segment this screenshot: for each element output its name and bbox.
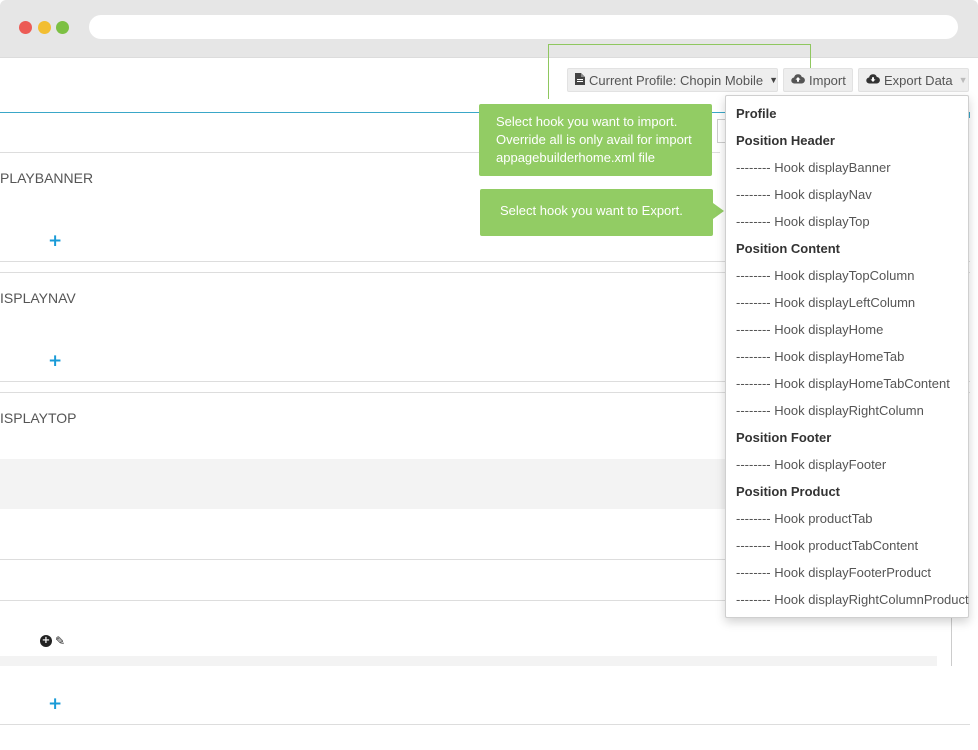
connector-line-right — [810, 44, 811, 68]
dropdown-item-hook[interactable]: -------- Hook displayFooterProduct — [736, 565, 931, 580]
hook-row-label: PLAYBANNER — [0, 170, 94, 186]
current-profile-label: Current Profile: Chopin Mobile — [589, 72, 764, 88]
dropdown-header-position-content[interactable]: Position Content — [736, 241, 840, 256]
dropdown-header-position-product[interactable]: Position Product — [736, 484, 840, 499]
tooltip-arrow — [713, 203, 724, 219]
import-tooltip-line: appagebuilderhome.xml file — [496, 150, 655, 165]
plus-icon[interactable]: + — [48, 353, 62, 370]
widget-controls: + ✎ — [40, 634, 65, 648]
hook-row-label: ISPLAYTOP — [0, 410, 77, 426]
import-tooltip-line: Override all is only avail for import — [496, 132, 692, 147]
panel-right-divider — [951, 618, 952, 666]
cloud-download-icon — [866, 73, 880, 87]
dropdown-header-position-footer[interactable]: Position Footer — [736, 430, 831, 445]
plus-icon[interactable]: + — [48, 696, 62, 713]
address-bar[interactable] — [89, 15, 958, 39]
dropdown-item-hook[interactable]: -------- Hook displayHomeTab — [736, 349, 904, 364]
row-divider — [0, 559, 728, 560]
dropdown-item-hook[interactable]: -------- Hook displayFooter — [736, 457, 886, 472]
maximize-window-dot[interactable] — [56, 21, 69, 34]
export-data-label: Export Data — [884, 72, 953, 88]
dropdown-item-hook[interactable]: -------- Hook displayRightColumn — [736, 403, 924, 418]
current-profile-button[interactable]: Current Profile: Chopin Mobile ▼ — [567, 68, 778, 92]
export-tooltip-text: Select hook you want to Export. — [500, 203, 683, 218]
panel-right-border — [969, 112, 970, 118]
dropdown-item-hook[interactable]: -------- Hook productTab — [736, 511, 873, 526]
dropdown-item-hook[interactable]: -------- Hook displayTopColumn — [736, 268, 914, 283]
content-block-bottom — [0, 656, 937, 666]
import-tooltip-line: Select hook you want to import. — [496, 114, 678, 129]
chevron-down-icon: ▼ — [769, 75, 779, 85]
dropdown-item-hook[interactable]: -------- Hook displayHome — [736, 322, 883, 337]
dropdown-item-hook[interactable]: -------- Hook displayTop — [736, 214, 870, 229]
hook-row-label: ISPLAYNAV — [0, 290, 76, 306]
import-button[interactable]: Import — [783, 68, 853, 92]
dropdown-item-hook[interactable]: -------- Hook displayHomeTabContent — [736, 376, 950, 391]
dropdown-header-position-header[interactable]: Position Header — [736, 133, 835, 148]
add-circle-icon[interactable]: + — [40, 635, 52, 647]
pencil-icon[interactable]: ✎ — [55, 634, 65, 648]
dropdown-item-hook[interactable]: -------- Hook displayNav — [736, 187, 872, 202]
browser-chrome — [0, 0, 978, 58]
connector-line-left — [548, 44, 549, 99]
minimize-window-dot[interactable] — [38, 21, 51, 34]
file-icon — [575, 72, 585, 88]
export-data-button[interactable]: Export Data ▼ — [858, 68, 969, 92]
dropdown-item-hook[interactable]: -------- Hook displayRightColumnProduct — [736, 592, 969, 607]
plus-icon[interactable]: + — [48, 233, 62, 250]
row-divider — [0, 724, 970, 725]
export-dropdown-menu: Profile Position Header -------- Hook di… — [725, 95, 969, 618]
dropdown-item-profile[interactable]: Profile — [736, 106, 776, 121]
import-label: Import — [809, 72, 846, 88]
dropdown-item-hook[interactable]: -------- Hook displayLeftColumn — [736, 295, 915, 310]
export-tooltip: Select hook you want to Export. — [480, 189, 713, 236]
import-tooltip: Select hook you want to import. Override… — [479, 104, 712, 176]
close-window-dot[interactable] — [19, 21, 32, 34]
dropdown-item-hook[interactable]: -------- Hook productTabContent — [736, 538, 918, 553]
connector-line — [548, 44, 811, 45]
content-block — [0, 459, 728, 509]
row-divider — [0, 600, 728, 601]
cloud-upload-icon — [791, 73, 805, 87]
dropdown-item-hook[interactable]: -------- Hook displayBanner — [736, 160, 891, 175]
chevron-down-icon: ▼ — [958, 75, 968, 85]
